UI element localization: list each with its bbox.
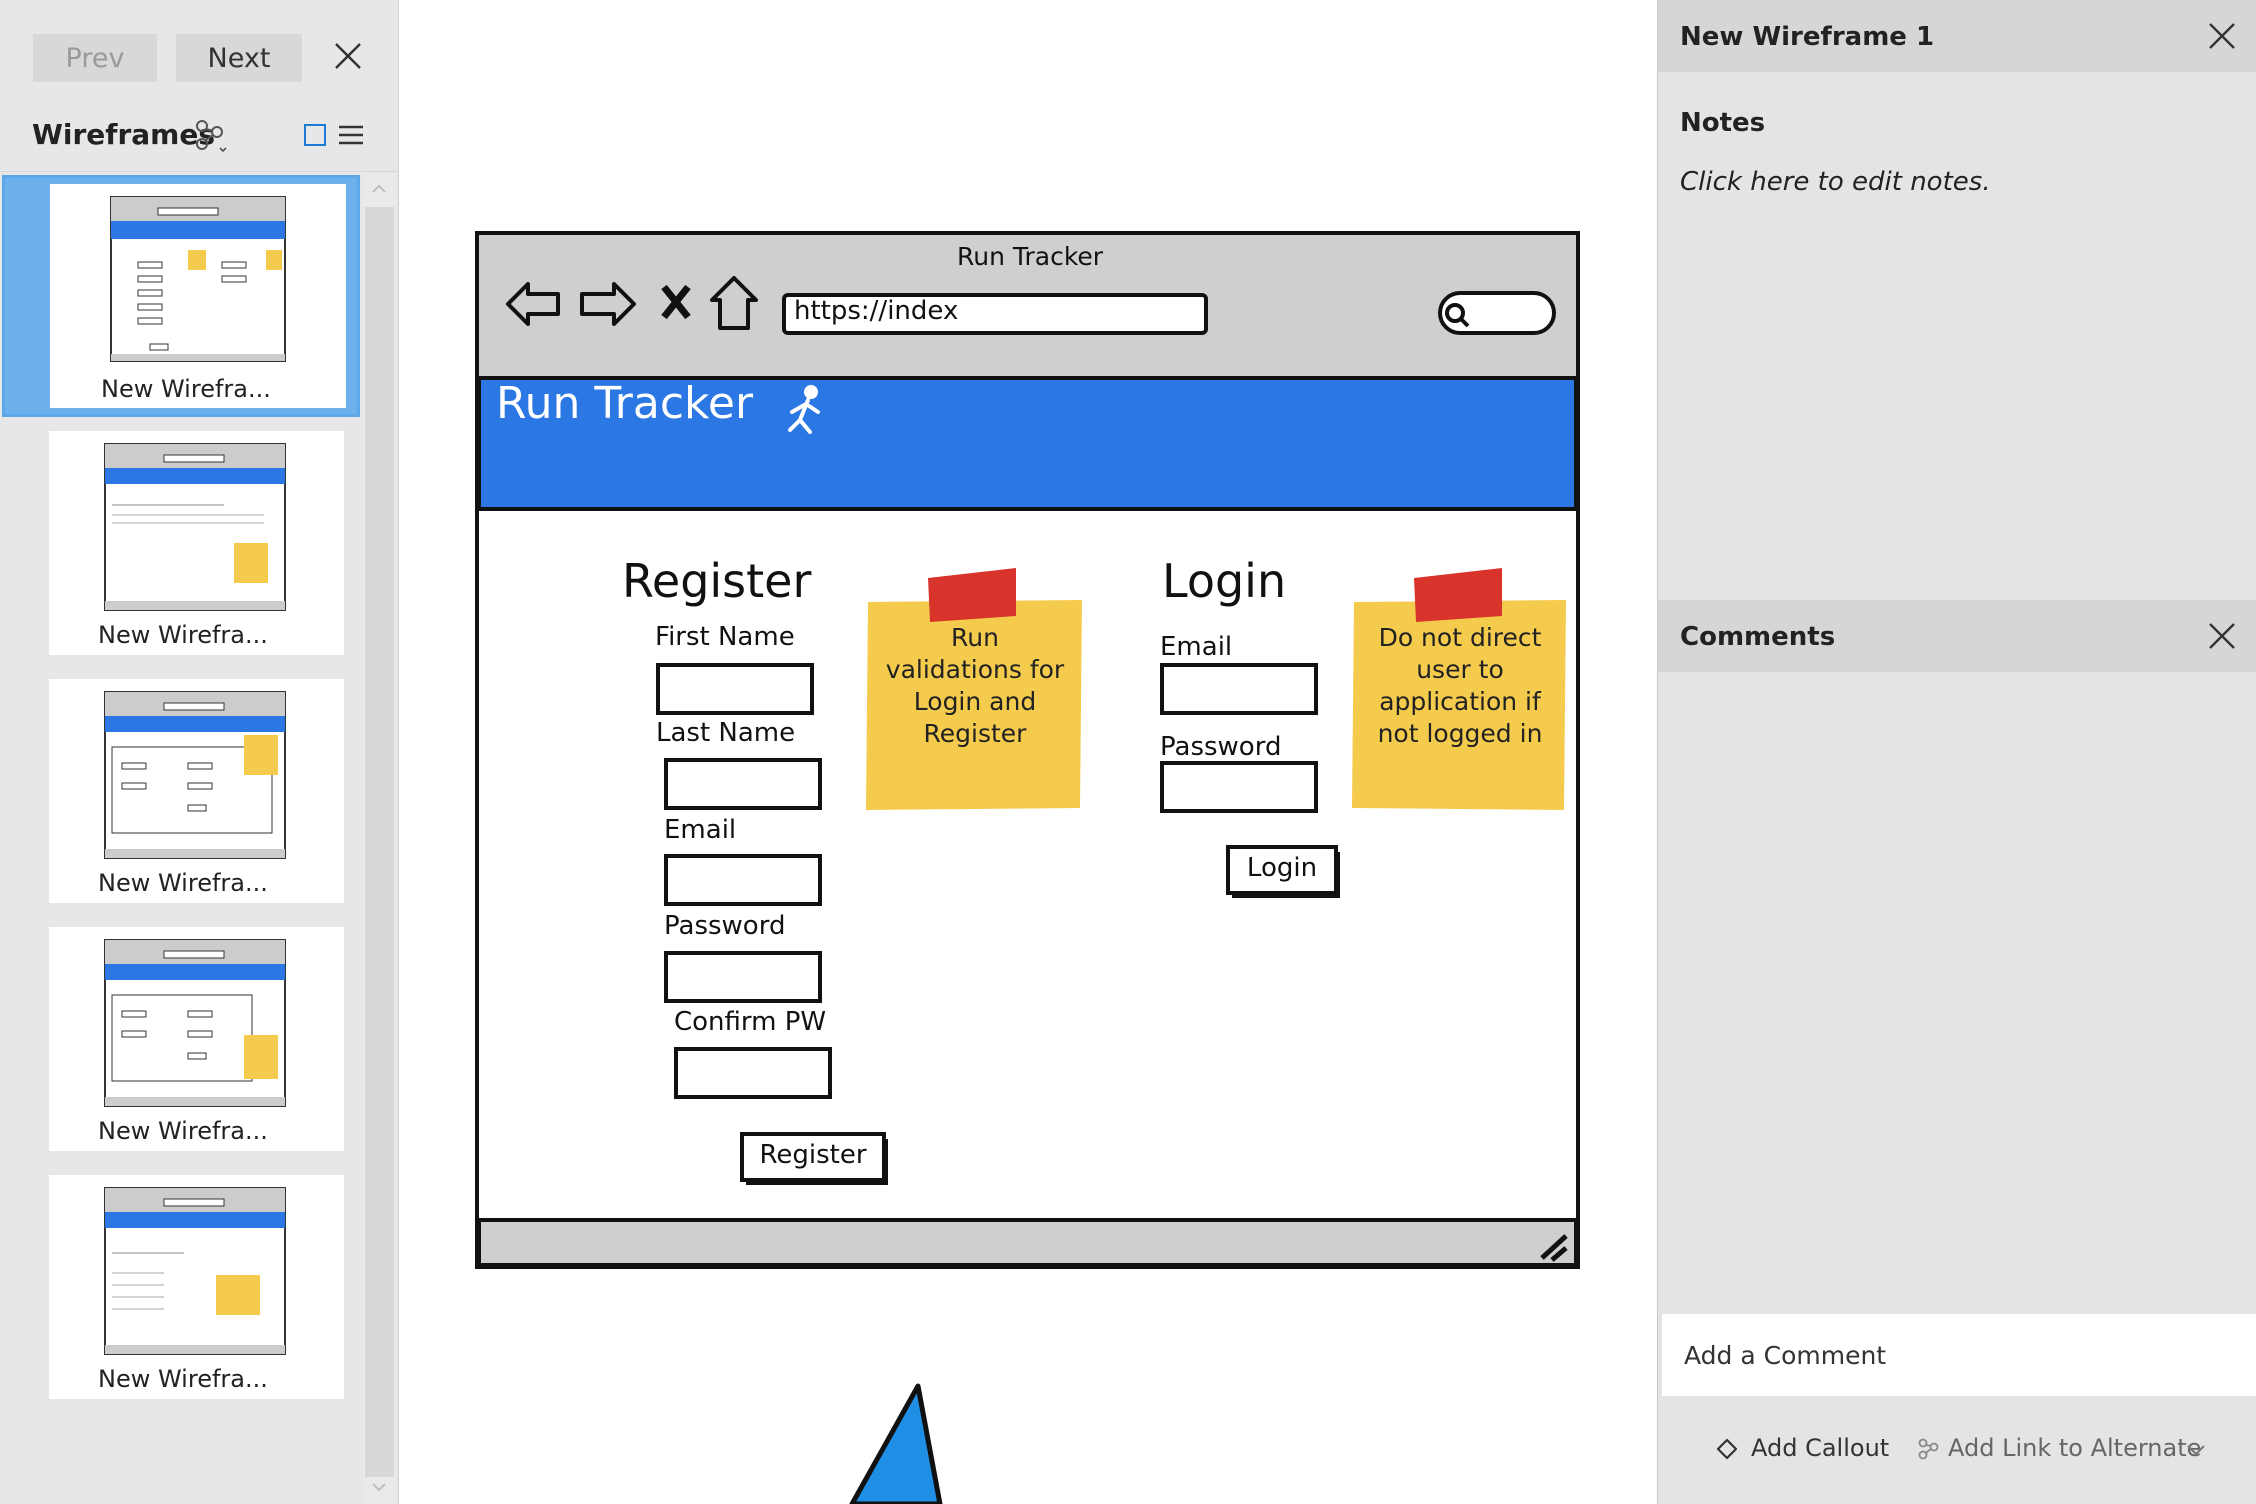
add-link-to-alternate-button[interactable]: Add Link to Alternate bbox=[1948, 1434, 2201, 1462]
scroll-up-icon[interactable] bbox=[371, 183, 387, 195]
login-heading: Login bbox=[1162, 554, 1287, 608]
email-input[interactable] bbox=[664, 854, 822, 906]
next-button[interactable]: Next bbox=[176, 34, 302, 82]
comments-list bbox=[1658, 672, 2256, 1312]
comments-label: Comments bbox=[1680, 622, 1836, 652]
wireframe-preview-image bbox=[104, 691, 286, 859]
wireframe-thumbnail[interactable]: New Wirefra... bbox=[2, 175, 360, 417]
login-email-input[interactable] bbox=[1160, 663, 1318, 715]
login-password-label: Password bbox=[1160, 732, 1282, 762]
wireframe-preview-image bbox=[104, 443, 286, 611]
scroll-down-icon[interactable] bbox=[371, 1481, 387, 1493]
comments-header: Comments bbox=[1658, 600, 2256, 672]
wireframe-preview-image bbox=[110, 196, 286, 362]
sticky-line: Login and bbox=[913, 687, 1037, 716]
link-alternates-icon[interactable] bbox=[193, 118, 231, 154]
login-email-label: Email bbox=[1160, 632, 1233, 662]
email-label: Email bbox=[664, 815, 737, 845]
sticky-line: Run bbox=[951, 623, 999, 652]
properties-panel: New Wireframe 1 Notes Click here to edit… bbox=[1657, 0, 2256, 1504]
banner-title: Run Tracker bbox=[496, 378, 754, 429]
last-name-input[interactable] bbox=[664, 758, 822, 810]
link-alternate-icon bbox=[1918, 1438, 1939, 1460]
wireframe-thumbnail[interactable]: New Wirefra... bbox=[49, 431, 344, 655]
password-input[interactable] bbox=[664, 951, 822, 1003]
wireframe-thumbnail[interactable]: New Wirefra... bbox=[49, 679, 344, 903]
scrollbar-thumb[interactable] bbox=[365, 207, 394, 1477]
confirm-pw-label: Confirm PW bbox=[674, 1007, 827, 1037]
sticky-note-text: Do not direct user to application if not… bbox=[1354, 622, 1566, 750]
sticky-note-text: Run validations for Login and Register bbox=[868, 622, 1082, 750]
wireframe-preview-image bbox=[104, 1187, 286, 1355]
wireframe-canvas[interactable]: Run Tracker https://index Run Tracker Re… bbox=[400, 0, 1656, 1504]
sticky-line: application if bbox=[1379, 687, 1541, 716]
sticky-line: user to bbox=[1416, 655, 1504, 684]
close-icon[interactable] bbox=[2208, 22, 2236, 50]
prev-button[interactable]: Prev bbox=[33, 34, 157, 82]
wireframe-title[interactable]: New Wireframe 1 bbox=[1680, 22, 1934, 52]
first-name-input[interactable] bbox=[656, 663, 814, 715]
browser-status-bar bbox=[477, 1218, 1578, 1267]
thumbnail-scrollbar[interactable] bbox=[363, 173, 396, 1504]
thumbnail-label: New Wirefra... bbox=[98, 621, 268, 649]
wireframe-preview-image bbox=[104, 939, 286, 1107]
sticky-line: not logged in bbox=[1377, 719, 1543, 748]
sticky-line: Register bbox=[923, 719, 1027, 748]
register-heading: Register bbox=[622, 554, 812, 608]
thumbnail-label: New Wirefra... bbox=[98, 1117, 268, 1145]
last-name-label: Last Name bbox=[656, 718, 796, 748]
wireframes-panel: Prev Next Wireframes New Wirefra... New … bbox=[0, 0, 399, 1504]
callout-icon bbox=[1716, 1438, 1738, 1460]
close-icon[interactable] bbox=[333, 41, 363, 71]
thumbnail-label: New Wirefra... bbox=[98, 869, 268, 897]
wireframe-drawing bbox=[475, 231, 1580, 1504]
sticky-line: Do not direct bbox=[1378, 623, 1542, 652]
cursor-pointer-icon bbox=[849, 1383, 943, 1504]
chevron-down-icon[interactable] bbox=[2186, 1443, 2206, 1457]
notes-edit-area[interactable]: Click here to edit notes. bbox=[1680, 167, 1991, 197]
wireframe-title-header: New Wireframe 1 bbox=[1658, 0, 2256, 72]
password-label: Password bbox=[664, 911, 786, 941]
register-button[interactable]: Register bbox=[742, 1140, 884, 1170]
wireframe-thumbnail-list: New Wirefra... New Wirefra... New Wirefr… bbox=[0, 173, 362, 1504]
wireframe-thumbnail[interactable]: New Wirefra... bbox=[49, 1175, 344, 1399]
add-comment-field[interactable]: Add a Comment bbox=[1662, 1314, 2256, 1396]
grid-view-icon[interactable] bbox=[304, 124, 326, 146]
thumbnail-label: New Wirefra... bbox=[98, 1365, 268, 1393]
thumbnail-label: New Wirefra... bbox=[101, 375, 271, 403]
sticky-line: validations for bbox=[885, 655, 1065, 684]
close-icon[interactable] bbox=[2208, 622, 2236, 650]
list-view-icon[interactable] bbox=[339, 124, 363, 146]
wireframes-title: Wireframes bbox=[32, 118, 215, 151]
search-field[interactable] bbox=[1438, 291, 1556, 335]
login-button[interactable]: Login bbox=[1228, 853, 1336, 883]
login-password-input[interactable] bbox=[1160, 761, 1318, 813]
wireframe-thumbnail[interactable]: New Wirefra... bbox=[49, 927, 344, 1151]
first-name-label: First Name bbox=[655, 622, 795, 652]
url-text: https://index bbox=[794, 296, 959, 326]
browser-window-title: Run Tracker bbox=[957, 242, 1104, 271]
notes-label: Notes bbox=[1680, 108, 1766, 138]
add-callout-button[interactable]: Add Callout bbox=[1751, 1434, 1889, 1462]
confirm-password-input[interactable] bbox=[674, 1047, 832, 1099]
